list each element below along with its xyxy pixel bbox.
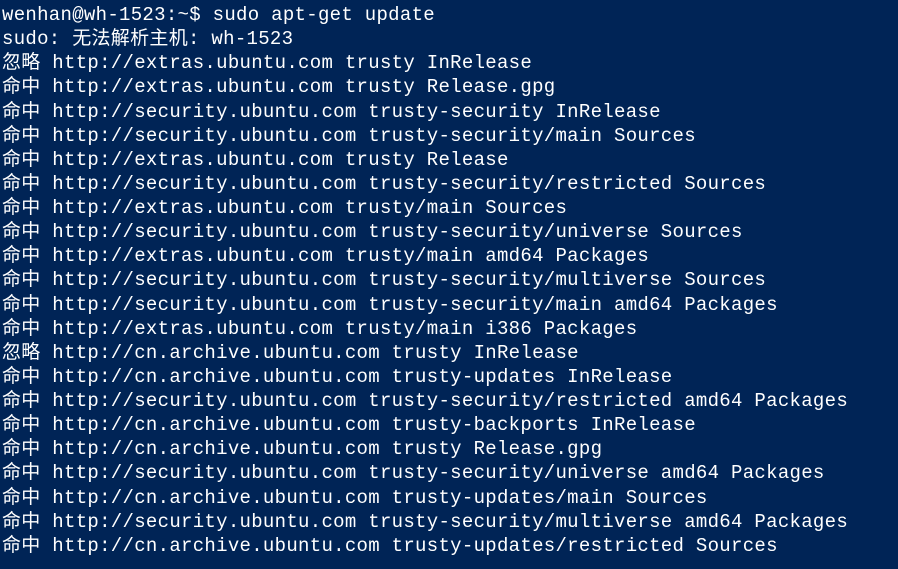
command-text: sudo apt-get update [213, 4, 435, 26]
output-line: 命中 http://extras.ubuntu.com trusty Relea… [2, 75, 896, 99]
output-line: 忽略 http://cn.archive.ubuntu.com trusty I… [2, 341, 896, 365]
output-line: 命中 http://security.ubuntu.com trusty-sec… [2, 461, 896, 485]
output-line: 命中 http://security.ubuntu.com trusty-sec… [2, 389, 896, 413]
output-line: sudo: 无法解析主机: wh-1523 [2, 27, 896, 51]
output-line: 命中 http://extras.ubuntu.com trusty/main … [2, 244, 896, 268]
prompt-user-host: wenhan@wh-1523 [2, 4, 166, 26]
output-line: 命中 http://cn.archive.ubuntu.com trusty-u… [2, 365, 896, 389]
output-line: 忽略 http://extras.ubuntu.com trusty InRel… [2, 51, 896, 75]
prompt-line: wenhan@wh-1523:~$ sudo apt-get update [2, 3, 896, 27]
output-line: 命中 http://security.ubuntu.com trusty-sec… [2, 100, 896, 124]
output-line: 命中 http://extras.ubuntu.com trusty/main … [2, 317, 896, 341]
prompt-path: :~$ [166, 4, 201, 26]
output-line: 命中 http://cn.archive.ubuntu.com trusty-b… [2, 413, 896, 437]
output-line: 命中 http://security.ubuntu.com trusty-sec… [2, 124, 896, 148]
output-line: 命中 http://security.ubuntu.com trusty-sec… [2, 293, 896, 317]
output-line: 命中 http://security.ubuntu.com trusty-sec… [2, 220, 896, 244]
output-line: 命中 http://cn.archive.ubuntu.com trusty-u… [2, 534, 896, 558]
output-line: 命中 http://security.ubuntu.com trusty-sec… [2, 172, 896, 196]
output-line: 命中 http://extras.ubuntu.com trusty/main … [2, 196, 896, 220]
terminal-output[interactable]: wenhan@wh-1523:~$ sudo apt-get update su… [2, 3, 896, 558]
output-line: 命中 http://security.ubuntu.com trusty-sec… [2, 268, 896, 292]
output-line: 命中 http://cn.archive.ubuntu.com trusty-u… [2, 486, 896, 510]
output-line: 命中 http://security.ubuntu.com trusty-sec… [2, 510, 896, 534]
output-line: 命中 http://extras.ubuntu.com trusty Relea… [2, 148, 896, 172]
output-line: 命中 http://cn.archive.ubuntu.com trusty R… [2, 437, 896, 461]
